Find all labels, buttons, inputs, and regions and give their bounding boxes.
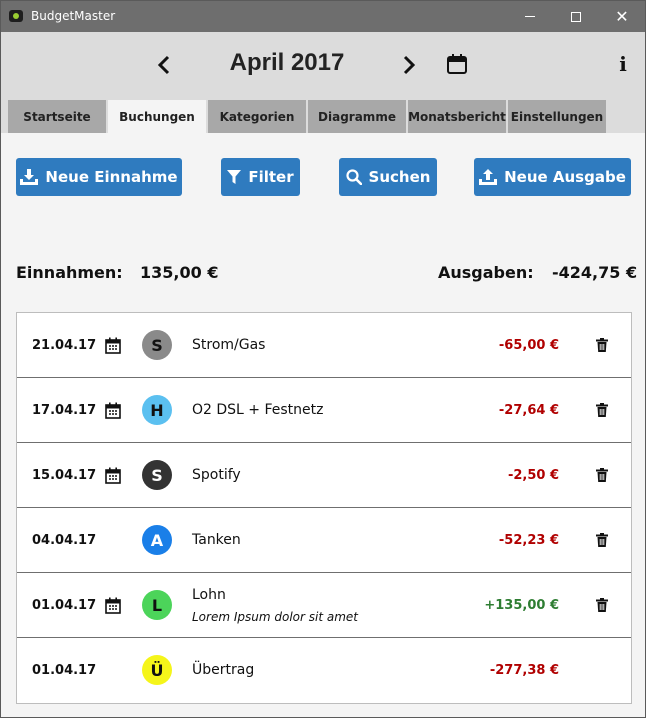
filter-icon [227,169,242,184]
new-expense-label: Neue Ausgabe [504,168,626,186]
tab-buchungen[interactable]: Buchungen [108,100,206,133]
expense-total: -424,75 € [552,263,638,282]
repeating-calendar-icon [105,597,121,614]
transaction-name: Strom/Gas [192,337,266,353]
transaction-amount: +135,00 € [484,598,559,613]
transaction-list: 21.04.17 S Strom/Gas -65,00 € 17.04.17 H… [16,312,632,704]
app-logo-icon [9,10,23,22]
transaction-row[interactable]: 21.04.17 S Strom/Gas -65,00 € [17,313,631,378]
minimize-icon [525,16,535,17]
search-button[interactable]: Suchen [339,158,437,196]
maximize-icon [571,11,581,22]
tab-monatsbericht[interactable]: Monatsbericht [408,100,506,133]
repeating-calendar-icon [105,467,121,484]
chevron-left-icon [157,55,170,75]
transaction-amount: -2,50 € [507,468,559,483]
transaction-amount: -277,38 € [489,663,559,678]
new-income-button[interactable]: Neue Einnahme [16,158,182,196]
transaction-row[interactable]: 01.04.17 L Lohn Lorem Ipsum dolor sit am… [17,573,631,638]
tab-startseite[interactable]: Startseite [8,100,106,133]
trash-icon[interactable] [596,468,608,482]
transaction-row[interactable]: 04.04.17 A Tanken -52,23 € [17,508,631,573]
trash-icon[interactable] [596,403,608,417]
calendar-icon [447,54,467,74]
page-title: April 2017 [229,49,345,76]
transaction-amount: -65,00 € [498,338,559,353]
tab-bar: Startseite Buchungen Kategorien Diagramm… [1,100,645,133]
previous-month-button[interactable] [152,52,176,78]
new-income-label: Neue Einnahme [45,168,178,186]
transaction-name: Tanken [192,532,241,548]
close-button[interactable]: ✕ [599,1,645,32]
transaction-row[interactable]: 15.04.17 S Spotify -2,50 € [17,443,631,508]
repeating-calendar-icon [105,402,121,419]
transaction-date: 21.04.17 [32,338,97,353]
chevron-right-icon [403,55,416,75]
transaction-amount: -27,64 € [498,403,559,418]
info-button[interactable]: i [615,53,631,75]
close-icon: ✕ [615,7,629,26]
category-badge: A [142,525,172,555]
trash-icon[interactable] [596,338,608,352]
transaction-name: Lohn [192,587,226,603]
download-icon [20,169,39,185]
date-picker-button[interactable] [446,53,468,75]
upload-icon [479,169,498,185]
transaction-date: 17.04.17 [32,403,97,418]
transaction-name: Übertrag [192,662,255,678]
trash-icon[interactable] [596,533,608,547]
category-badge: L [142,590,172,620]
month-header: April 2017 i Startseite Buchungen Katego… [1,32,645,133]
next-month-button[interactable] [397,52,421,78]
category-badge: S [142,460,172,490]
trash-icon[interactable] [596,598,608,612]
category-badge: Ü [142,655,172,685]
title-bar: BudgetMaster ✕ [1,1,645,32]
category-badge: H [142,395,172,425]
tab-kategorien[interactable]: Kategorien [208,100,306,133]
expense-label: Ausgaben: [438,263,534,282]
tab-einstellungen[interactable]: Einstellungen [508,100,606,133]
transaction-row[interactable]: 01.04.17 Ü Übertrag -277,38 € [17,638,631,703]
filter-label: Filter [248,168,294,186]
new-expense-button[interactable]: Neue Ausgabe [474,158,631,196]
minimize-button[interactable] [507,1,553,32]
income-total: 135,00 € [140,263,219,282]
tab-diagramme[interactable]: Diagramme [308,100,406,133]
category-badge: S [142,330,172,360]
window-title: BudgetMaster [31,9,116,23]
transaction-name: O2 DSL + Festnetz [192,402,324,418]
app-window: BudgetMaster ✕ April 2017 i Startseite B… [0,0,646,718]
transaction-description: Lorem Ipsum dolor sit amet [192,610,358,624]
transaction-row[interactable]: 17.04.17 H O2 DSL + Festnetz -27,64 € [17,378,631,443]
search-icon [345,169,362,185]
repeating-calendar-icon [105,337,121,354]
income-label: Einnahmen: [16,263,123,282]
transaction-date: 04.04.17 [32,533,97,548]
transaction-date: 01.04.17 [32,598,97,613]
transaction-date: 01.04.17 [32,663,97,678]
transaction-name: Spotify [192,467,241,483]
transaction-date: 15.04.17 [32,468,97,483]
maximize-button[interactable] [553,1,599,32]
filter-button[interactable]: Filter [221,158,300,196]
search-label: Suchen [368,168,431,186]
transaction-amount: -52,23 € [498,533,559,548]
